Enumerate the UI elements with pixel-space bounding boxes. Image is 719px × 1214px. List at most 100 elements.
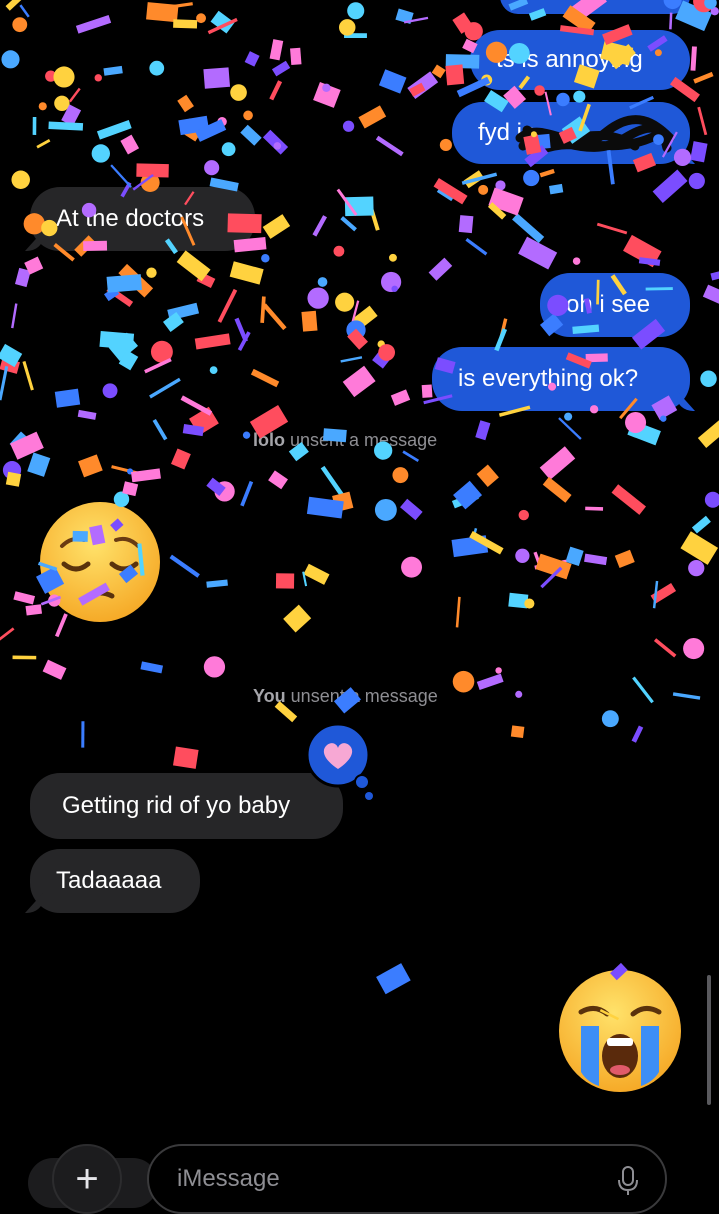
confetti-piece [336, 188, 358, 216]
confetti-piece [378, 69, 407, 94]
confetti-piece [650, 582, 677, 604]
confetti-piece [672, 692, 701, 700]
confetti-piece [333, 245, 345, 257]
confetti-piece [431, 64, 446, 79]
confetti-piece [177, 94, 194, 113]
confetti-piece [0, 627, 15, 641]
confetti-piece [242, 431, 251, 439]
confetti-piece [452, 12, 474, 34]
message-text: Tadaaaaa [56, 867, 162, 894]
add-button[interactable]: + [52, 1144, 122, 1214]
message-sent-everything[interactable]: is everything ok? [432, 347, 690, 411]
confetti-piece [402, 450, 420, 463]
message-sent-top[interactable] [500, 0, 690, 14]
confetti-piece [269, 39, 284, 61]
unsent-text: unsent a message [285, 686, 438, 706]
confetti-piece [395, 8, 414, 25]
confetti-piece [144, 357, 172, 374]
confetti-piece [523, 169, 540, 187]
confetti-piece [495, 667, 502, 674]
message-received-tada[interactable]: Tadaaaaa [30, 849, 200, 913]
confetti-piece [652, 580, 659, 609]
confetti-piece [596, 222, 628, 235]
confetti-piece [390, 389, 411, 406]
unsent-sender: You [253, 686, 286, 706]
confetti-piece [260, 296, 266, 324]
confetti-piece [322, 83, 331, 93]
confetti-piece [171, 448, 191, 470]
confetti-piece [697, 106, 708, 136]
confetti-piece [549, 183, 564, 195]
confetti-piece [524, 598, 535, 609]
confetti-piece [632, 676, 654, 704]
scroll-indicator[interactable] [707, 975, 711, 1105]
confetti-piece [342, 365, 376, 398]
message-received-doctors[interactable]: At the doctors [30, 187, 255, 251]
confetti-piece [173, 19, 198, 29]
unsent-sender: lolo [253, 430, 285, 450]
confetti-piece [195, 119, 227, 142]
tapback-heart-icon[interactable] [305, 722, 375, 802]
microphone-icon[interactable] [617, 1166, 639, 1196]
confetti-piece [172, 746, 199, 769]
message-sent-oh[interactable]: oh i see [540, 273, 690, 337]
confetti-piece [54, 388, 81, 408]
confetti-piece [75, 15, 112, 34]
confetti-piece [54, 95, 70, 112]
confetti-piece [351, 300, 360, 323]
confetti-piece [683, 637, 705, 660]
message-received-baby[interactable]: Getting rid of yo baby [30, 773, 343, 839]
confetti-piece [535, 553, 572, 580]
message-input[interactable]: iMessage [147, 1144, 667, 1214]
confetti-piece [118, 350, 139, 371]
confetti-piece [2, 461, 22, 480]
confetti-piece [53, 66, 75, 88]
confetti-piece [9, 431, 30, 452]
confetti-piece [214, 481, 235, 502]
confetti-piece [510, 725, 525, 738]
confetti-piece [91, 144, 110, 163]
confetti-piece [221, 142, 236, 157]
confetti-piece [380, 271, 402, 293]
confetti-piece [176, 250, 211, 282]
confetti-piece [11, 170, 30, 189]
confetti-piece [439, 138, 452, 152]
confetti-piece [262, 129, 289, 155]
confetti-piece [688, 172, 705, 190]
pensive-face-icon[interactable] [38, 500, 162, 624]
confetti-piece [691, 515, 711, 534]
confetti-piece [24, 256, 44, 275]
confetti-piece [111, 465, 140, 475]
confetti-piece [27, 452, 51, 477]
confetti-piece [13, 591, 36, 605]
confetti-piece [710, 7, 719, 16]
confetti-piece [449, 63, 460, 74]
confetti-piece [518, 236, 558, 270]
confetti-piece [463, 170, 485, 189]
confetti-piece [180, 395, 213, 416]
confetti-piece [12, 655, 37, 660]
confetti-piece [332, 491, 354, 513]
confetti-piece [558, 417, 582, 440]
confetti-piece [42, 659, 67, 680]
confetti-piece [204, 160, 220, 176]
confetti-piece [206, 579, 228, 588]
confetti-piece [690, 46, 697, 71]
confetti-piece [534, 559, 567, 570]
message-sent-annoying[interactable]: ts is annoying [470, 30, 690, 90]
confetti-piece [572, 257, 581, 265]
confetti-piece [476, 464, 499, 488]
confetti-piece [540, 566, 563, 589]
confetti-piece [495, 180, 506, 191]
confetti-piece [455, 596, 461, 628]
confetti-piece [428, 257, 453, 281]
confetti-piece [275, 573, 295, 589]
plus-icon: + [75, 1156, 99, 1201]
loudly-crying-face-icon[interactable] [557, 968, 683, 1094]
confetti-piece [268, 470, 288, 490]
confetti-piece [162, 312, 184, 333]
confetti-piece [700, 370, 717, 388]
confetti-piece [122, 481, 139, 497]
confetti-piece [368, 205, 380, 231]
confetti-piece [182, 424, 204, 437]
